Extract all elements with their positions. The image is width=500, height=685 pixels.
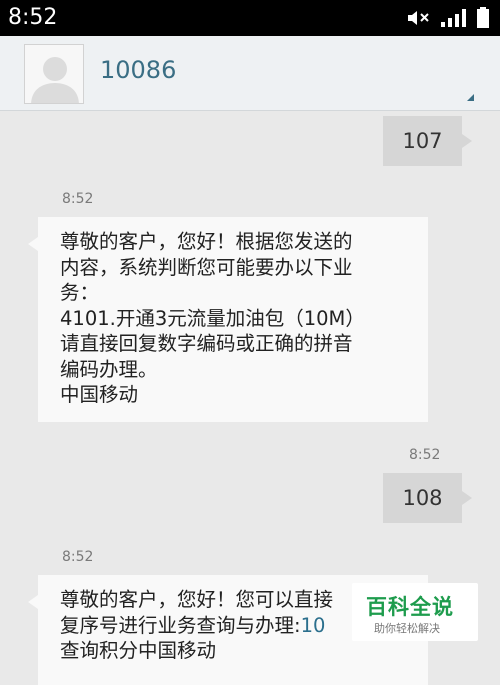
message-line: 请直接回复数字编码或正确的拼音 (60, 332, 353, 355)
status-bar: 8:52 (0, 0, 500, 36)
message-line-text: 复序号进行业务查询与办理: (60, 613, 301, 637)
default-avatar-icon[interactable] (24, 44, 84, 104)
sent-message-bubble[interactable]: 108 (383, 473, 472, 523)
bubble-tail (462, 491, 472, 505)
sent-message-text: 108 (402, 486, 443, 510)
message-link[interactable]: 10 (301, 614, 326, 637)
conversation-header: 10086 (0, 36, 500, 111)
status-time: 8:52 (8, 5, 58, 30)
watermark-logo: 百科全说 助你轻松解决 (352, 583, 478, 641)
message-line: 中国移动 (60, 383, 139, 406)
message-timestamp: 8:52 (62, 191, 94, 207)
status-icons (406, 6, 490, 30)
message-timestamp: 8:52 (62, 549, 94, 565)
message-line: 内容，系统判断您可能要办以下业 (60, 255, 353, 279)
sent-message-text: 107 (402, 129, 443, 153)
message-line: 4101.开通3元流量加油包（10M） (60, 306, 365, 330)
bubble-tail (28, 595, 38, 609)
message-line: 查询积分中国移动 (60, 639, 217, 662)
message-line: 尊敬的客户，您好！根据您发送的 (60, 230, 353, 253)
watermark-title: 百科全说 (366, 595, 454, 619)
volume-muted-icon (406, 8, 432, 28)
received-message-bubble[interactable]: 尊敬的客户，您好！根据您发送的 内容，系统判断您可能要办以下业 务： 4101.… (28, 217, 428, 422)
watermark-subtitle: 助你轻松解决 (374, 622, 440, 635)
message-timestamp: 8:52 (409, 447, 441, 463)
message-line: 务： (60, 281, 100, 304)
corner-indicator-icon (467, 94, 474, 101)
contact-name[interactable]: 10086 (100, 56, 176, 84)
sent-message-bubble[interactable]: 107 (383, 116, 472, 166)
bubble-tail (462, 134, 472, 148)
battery-icon (476, 7, 490, 29)
bubble-tail (28, 237, 38, 251)
message-line: 编码办理。 (60, 357, 158, 381)
signal-icon (440, 8, 468, 28)
